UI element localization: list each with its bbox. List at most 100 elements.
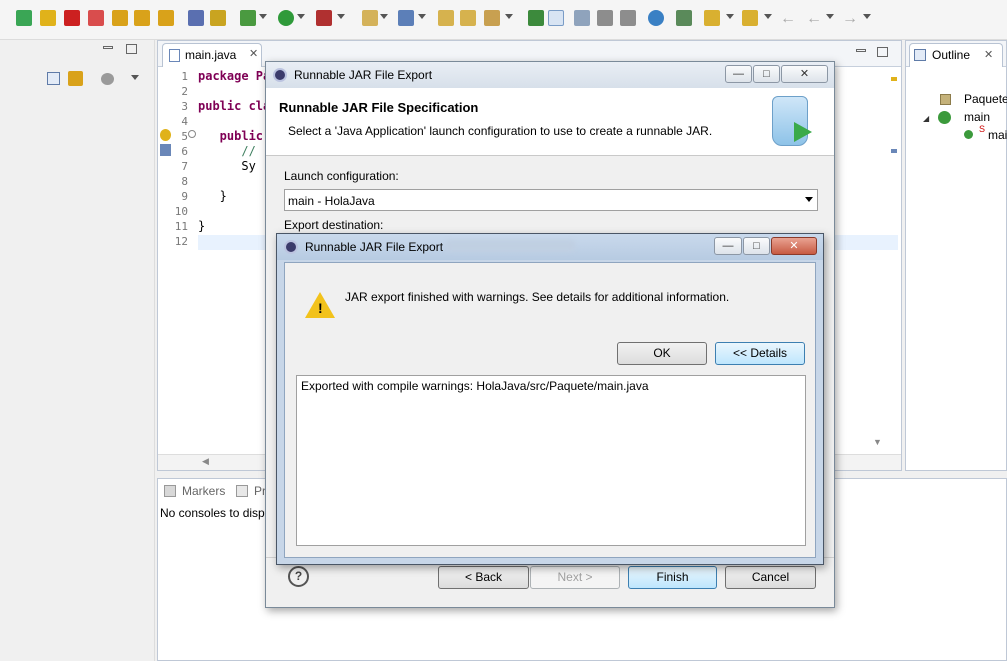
outline-item[interactable]: main xyxy=(964,110,990,124)
block-selection-icon[interactable] xyxy=(574,10,590,26)
outline-tab-label: Outline xyxy=(932,48,971,62)
run-dropdown-icon[interactable] xyxy=(297,14,305,19)
wizard-minimize-button[interactable]: — xyxy=(725,65,752,83)
show-whitespace-icon[interactable] xyxy=(597,10,613,26)
left-view-pane xyxy=(0,40,155,661)
editor-maximize-icon[interactable] xyxy=(877,47,888,57)
debug-dropdown-icon[interactable] xyxy=(259,14,267,19)
toggle-breadcrumb-icon[interactable] xyxy=(528,10,544,26)
code-line[interactable]: package Pa xyxy=(198,69,270,83)
new-class-icon[interactable] xyxy=(398,10,414,26)
fold-toggle-icon[interactable] xyxy=(188,130,196,138)
warning-minimize-button[interactable]: — xyxy=(714,237,742,255)
next-edit-dropdown-icon[interactable] xyxy=(726,14,734,19)
link-with-editor-icon[interactable] xyxy=(68,71,83,86)
new-java-project-icon[interactable] xyxy=(362,10,378,26)
wizard-close-button[interactable]: ✕ xyxy=(781,65,828,83)
package-icon xyxy=(940,94,951,105)
wizard-maximize-button[interactable]: □ xyxy=(753,65,780,83)
previous-edit-icon[interactable] xyxy=(742,10,758,26)
close-icon[interactable]: ✕ xyxy=(249,47,258,60)
code-line[interactable]: // xyxy=(198,144,255,158)
forward-arrow-icon[interactable]: → xyxy=(842,10,858,28)
help-button[interactable]: ? xyxy=(288,566,309,587)
back-button[interactable]: < Back xyxy=(438,566,529,589)
view-filter-icon[interactable] xyxy=(101,73,114,85)
close-icon[interactable]: ✕ xyxy=(984,48,993,61)
overview-task-icon[interactable] xyxy=(891,149,897,153)
step-resume-icon[interactable] xyxy=(16,10,32,26)
details-textarea[interactable]: Exported with compile warnings: HolaJava… xyxy=(296,375,806,546)
maximize-icon[interactable] xyxy=(126,44,137,54)
warning-marker-icon[interactable] xyxy=(160,129,171,141)
finish-button[interactable]: Finish xyxy=(628,566,717,589)
collapse-all-icon[interactable] xyxy=(47,72,60,85)
warning-message: JAR export finished with warnings. See d… xyxy=(345,290,730,304)
external-tools-dropdown-icon[interactable] xyxy=(337,14,345,19)
code-line[interactable]: public xyxy=(198,129,263,143)
paragraph-icon[interactable] xyxy=(620,10,636,26)
editor-minimize-icon[interactable] xyxy=(856,49,866,52)
ok-button[interactable]: OK xyxy=(617,342,707,365)
code-line[interactable]: } xyxy=(198,219,205,233)
tab-markers[interactable]: Markers xyxy=(182,484,225,498)
scroll-down-icon[interactable]: ▼ xyxy=(873,437,882,447)
new-dropdown-icon[interactable] xyxy=(380,14,388,19)
forward-dropdown-icon[interactable] xyxy=(863,14,871,19)
previous-edit-dropdown-icon[interactable] xyxy=(764,14,772,19)
minimize-icon[interactable] xyxy=(103,46,113,49)
next-button[interactable]: Next > xyxy=(530,566,620,589)
external-tools-icon[interactable] xyxy=(316,10,332,26)
blurred-path xyxy=(445,240,575,252)
overview-warning-icon[interactable] xyxy=(891,77,897,81)
view-menu-icon[interactable] xyxy=(131,75,139,80)
step-into-icon[interactable] xyxy=(112,10,128,26)
warning-title: Runnable JAR File Export xyxy=(305,240,444,254)
launch-configuration-select[interactable]: main - HolaJava xyxy=(284,189,818,211)
step-return-icon[interactable] xyxy=(158,10,174,26)
new-class-dropdown-icon[interactable] xyxy=(418,14,426,19)
outline-item[interactable]: mai xyxy=(988,128,1007,142)
step-over-icon[interactable] xyxy=(134,10,150,26)
wizard-titlebar: Runnable JAR File Export — □ ✕ xyxy=(266,62,834,88)
scroll-left-icon[interactable]: ◀ xyxy=(202,456,209,467)
cancel-button[interactable]: Cancel xyxy=(725,566,816,589)
tab-outline[interactable]: Outline ✕ xyxy=(909,43,1003,67)
line-number: 9 xyxy=(181,190,188,203)
back-arrow-icon[interactable]: ← xyxy=(780,10,796,28)
line-number: 10 xyxy=(174,205,188,218)
code-line[interactable]: } xyxy=(198,189,227,203)
warning-close-button[interactable]: ✕ xyxy=(771,237,817,255)
debug-icon[interactable] xyxy=(240,10,256,26)
launch-configuration-label: Launch configuration: xyxy=(284,169,399,183)
run-icon[interactable] xyxy=(278,10,294,26)
details-button[interactable]: << Details xyxy=(715,342,805,365)
line-number: 2 xyxy=(181,85,188,98)
use-step-filters-icon[interactable] xyxy=(210,10,226,26)
task-marker-icon[interactable] xyxy=(160,144,171,156)
search-dropdown-icon[interactable] xyxy=(505,14,513,19)
warning-icon-mark: ! xyxy=(318,300,323,316)
expand-icon[interactable]: ◢ xyxy=(923,114,929,123)
open-folder-icon[interactable] xyxy=(460,10,476,26)
suspend-icon[interactable] xyxy=(40,10,56,26)
java-file-icon xyxy=(169,49,180,62)
code-line[interactable]: public cla xyxy=(198,99,270,113)
next-annotation-icon[interactable] xyxy=(676,10,692,26)
next-edit-icon[interactable] xyxy=(704,10,720,26)
back-dropdown-icon[interactable] xyxy=(826,14,834,19)
editor-tab-main-java[interactable]: main.java ✕ xyxy=(162,43,262,67)
back-history-icon[interactable]: ← xyxy=(806,10,822,28)
drop-to-frame-icon[interactable] xyxy=(188,10,204,26)
search-icon[interactable] xyxy=(484,10,500,26)
terminate-icon[interactable] xyxy=(64,10,80,26)
wizard-header-description: Select a 'Java Application' launch confi… xyxy=(288,124,713,138)
globe-icon[interactable] xyxy=(648,10,664,26)
code-line[interactable]: Sy xyxy=(198,159,255,173)
disconnect-icon[interactable] xyxy=(88,10,104,26)
mark-occurrences-icon[interactable] xyxy=(548,10,564,26)
open-type-icon[interactable] xyxy=(438,10,454,26)
method-icon xyxy=(964,130,973,139)
warning-maximize-button[interactable]: □ xyxy=(743,237,770,255)
outline-item[interactable]: Paquete xyxy=(964,92,1007,106)
